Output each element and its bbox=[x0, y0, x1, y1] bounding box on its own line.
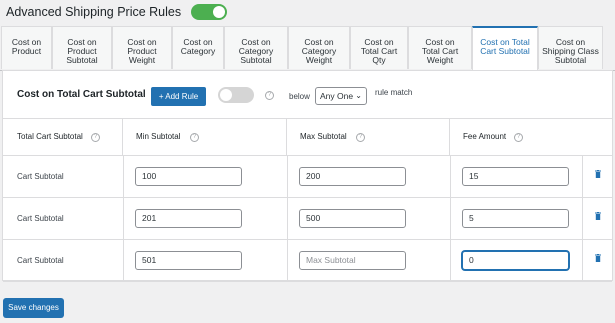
max-subtotal-input[interactable]: 500 bbox=[299, 209, 406, 228]
tab-cost-on-shipping-class-subtotal[interactable]: Cost on Shipping Class Subtotal bbox=[538, 26, 603, 69]
header-min-subtotal: Min Subtotal ? bbox=[123, 118, 287, 156]
enable-toggle[interactable] bbox=[191, 4, 228, 20]
header-fee-amount: Fee Amount ? bbox=[450, 118, 612, 156]
toggle-knob bbox=[220, 89, 232, 101]
help-icon: ? bbox=[514, 133, 523, 142]
row-label: Cart Subtotal bbox=[17, 172, 64, 181]
tab-cost-on-category-weight[interactable]: Cost on Category Weight bbox=[288, 26, 350, 69]
tab-cost-on-total-cart-weight[interactable]: Cost on Total Cart Weight bbox=[408, 26, 472, 69]
save-changes-button[interactable]: Save changes bbox=[3, 298, 64, 318]
tab-bar: Cost on Product Cost on Product Subtotal Co… bbox=[0, 26, 615, 71]
add-rule-button[interactable]: + Add Rule bbox=[151, 87, 206, 106]
row-label: Cart Subtotal bbox=[17, 256, 64, 265]
trash-icon[interactable] bbox=[595, 254, 601, 262]
tab-cost-on-category[interactable]: Cost on Category bbox=[172, 26, 224, 69]
tab-cost-on-product[interactable]: Cost on Product bbox=[1, 26, 52, 69]
fee-amount-input[interactable]: 5 bbox=[462, 209, 569, 228]
help-icon: ? bbox=[265, 91, 274, 100]
select-value: Any One bbox=[320, 91, 354, 101]
header-total-cart-subtotal: Total Cart Subtotal ? bbox=[3, 118, 123, 156]
max-subtotal-input[interactable]: 200 bbox=[299, 167, 406, 186]
panel-title: Cost on Total Cart Subtotal bbox=[17, 89, 146, 100]
rules-panel: Cost on Total Cart Subtotal + Add Rule ?… bbox=[2, 70, 613, 282]
tab-cost-on-category-subtotal[interactable]: Cost on Category Subtotal bbox=[224, 26, 288, 69]
help-icon: ? bbox=[91, 133, 100, 142]
chevron-down-icon: ⌄ bbox=[355, 91, 362, 100]
trash-icon[interactable] bbox=[595, 170, 601, 178]
min-subtotal-input[interactable]: 201 bbox=[135, 209, 242, 228]
tab-cost-on-product-subtotal[interactable]: Cost on Product Subtotal bbox=[52, 26, 112, 69]
toggle-knob bbox=[213, 6, 226, 18]
table-row: Cart Subtotal 100 200 15 bbox=[3, 156, 612, 198]
table-row: Cart Subtotal 201 500 5 bbox=[3, 198, 612, 240]
fee-amount-input[interactable]: 15 bbox=[462, 167, 569, 186]
header-bar: Advanced Shipping Price Rules bbox=[0, 0, 615, 24]
rule-toggle[interactable] bbox=[218, 87, 254, 103]
min-subtotal-input[interactable]: 100 bbox=[135, 167, 242, 186]
tab-cost-on-total-cart-qty[interactable]: Cost on Total Cart Qty bbox=[350, 26, 408, 69]
min-subtotal-input[interactable]: 501 bbox=[135, 251, 242, 270]
help-icon: ? bbox=[190, 133, 199, 142]
max-subtotal-input[interactable]: Max Subtotal bbox=[299, 251, 406, 270]
table-row: Cart Subtotal 501 Max Subtotal 0 bbox=[3, 240, 612, 282]
fee-amount-input[interactable]: 0 bbox=[462, 251, 569, 270]
row-label: Cart Subtotal bbox=[17, 214, 64, 223]
tab-cost-on-total-cart-subtotal[interactable]: Cost on Total Cart Subtotal bbox=[472, 26, 538, 71]
panel-header: Cost on Total Cart Subtotal + Add Rule ?… bbox=[3, 71, 612, 119]
page-title: Advanced Shipping Price Rules bbox=[6, 5, 182, 19]
help-icon: ? bbox=[356, 133, 365, 142]
tab-cost-on-product-weight[interactable]: Cost on Product Weight bbox=[112, 26, 172, 69]
trash-icon[interactable] bbox=[595, 212, 601, 220]
below-label: below bbox=[289, 92, 310, 101]
rule-match-select[interactable]: Any One ⌄ bbox=[315, 87, 367, 105]
rule-match-label: rule match bbox=[375, 88, 413, 97]
header-max-subtotal: Max Subtotal ? bbox=[287, 118, 450, 156]
